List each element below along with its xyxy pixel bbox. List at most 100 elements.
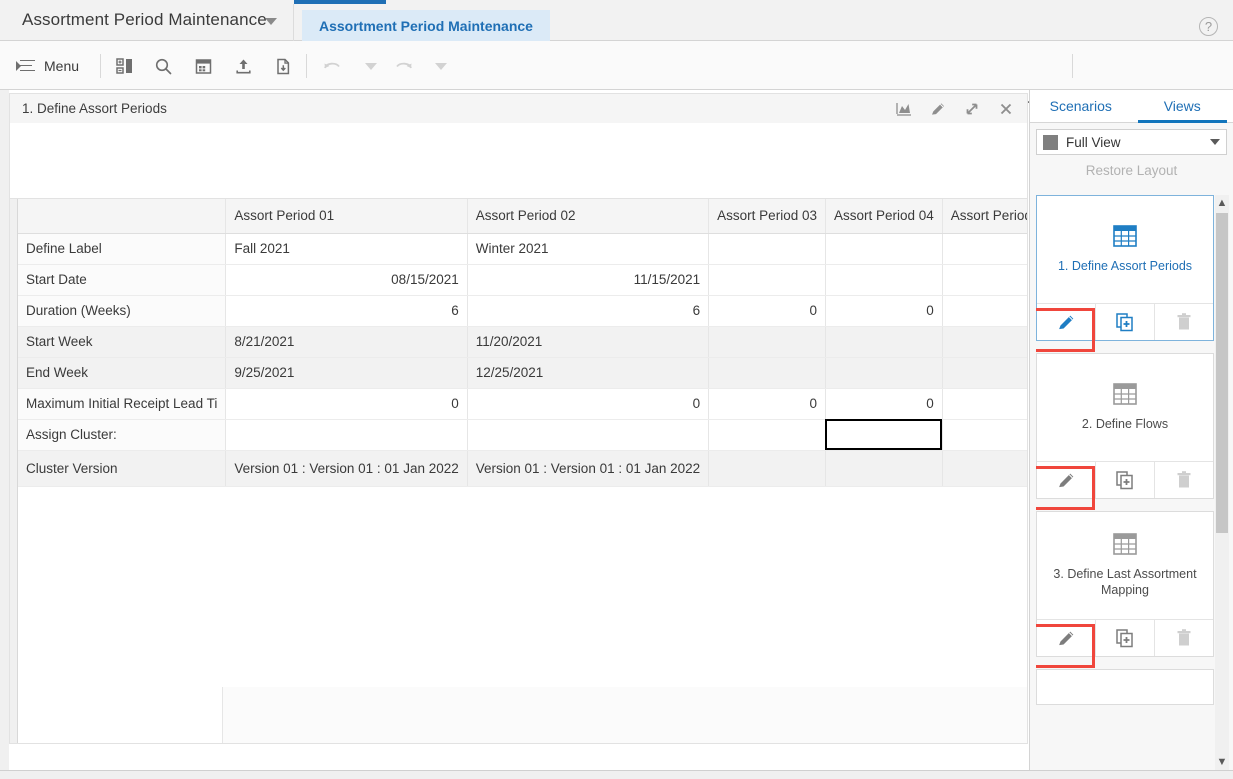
panel-toolbar xyxy=(891,97,1027,121)
view-card-partial[interactable] xyxy=(1036,669,1214,705)
grid-cell[interactable] xyxy=(825,233,943,265)
close-icon[interactable] xyxy=(993,97,1019,121)
divider xyxy=(306,54,307,78)
grid-cell[interactable] xyxy=(942,450,1027,487)
chevron-down-icon[interactable]: ▼ xyxy=(1215,754,1229,770)
grid-cell[interactable]: 11/20/2021 xyxy=(467,326,710,358)
search-icon[interactable] xyxy=(150,53,176,79)
redo-dropdown-icon[interactable] xyxy=(428,53,454,79)
grid-cell[interactable]: 0 xyxy=(825,295,943,327)
grid-cell[interactable]: 6 xyxy=(225,295,468,327)
grid-cell[interactable]: 0 xyxy=(825,388,943,420)
undo-icon[interactable] xyxy=(320,53,346,79)
grid-cell[interactable] xyxy=(825,264,943,296)
view-card-body[interactable]: 2. Define Flows xyxy=(1037,354,1213,461)
delete-icon[interactable] xyxy=(1155,304,1213,340)
tab-assortment-period-maintenance[interactable]: Assortment Period Maintenance xyxy=(302,10,550,41)
column-header-assort-period-05[interactable]: Assort Period 05 xyxy=(942,199,1027,234)
grid-cell[interactable]: Winter 2021 xyxy=(467,233,710,265)
grid-cell[interactable]: 9/25/2021 xyxy=(225,357,468,389)
grid-cell[interactable] xyxy=(708,264,826,296)
delete-icon[interactable] xyxy=(1155,462,1213,498)
grid-cell[interactable]: 6 xyxy=(467,295,710,327)
restore-layout-button[interactable]: Restore Layout xyxy=(1030,155,1233,184)
grid-cell[interactable]: 0 xyxy=(942,295,1027,327)
grid-cell[interactable]: 12/25/2021 xyxy=(467,357,710,389)
grid-cell[interactable]: Version 01 : Version 01 : 01 Jan 2022 xyxy=(225,450,468,487)
delete-icon[interactable] xyxy=(1155,620,1213,656)
grid-cell[interactable]: 8/21/2021 xyxy=(225,326,468,358)
view-card-body[interactable]: 3. Define Last Assortment Mapping xyxy=(1037,512,1213,619)
column-header-assort-period-01[interactable]: Assort Period 01 xyxy=(225,199,468,234)
grid-cell[interactable]: Fall 2021 xyxy=(225,233,468,265)
grid-cell[interactable]: 11/15/2021 xyxy=(467,264,710,296)
row-header[interactable]: Maximum Initial Receipt Lead Ti xyxy=(18,388,227,420)
row-header[interactable]: End Week xyxy=(18,357,227,389)
active-tab-accent xyxy=(294,0,386,4)
grid-cell[interactable] xyxy=(825,450,943,487)
download-icon[interactable] xyxy=(270,53,296,79)
redo-icon[interactable] xyxy=(390,53,416,79)
row-header[interactable]: Cluster Version xyxy=(18,450,227,487)
grid-cell[interactable]: 08/15/2021 xyxy=(225,264,468,296)
view-card-body[interactable]: 1. Define Assort Periods xyxy=(1037,196,1213,303)
view-card[interactable]: 3. Define Last Assortment Mapping xyxy=(1036,511,1214,657)
help-icon[interactable]: ? xyxy=(1199,17,1218,36)
grid-cell[interactable] xyxy=(942,419,1027,451)
grid-cell[interactable]: 0 xyxy=(708,295,826,327)
edit-icon[interactable] xyxy=(925,97,951,121)
column-header-assort-period-02[interactable]: Assort Period 02 xyxy=(467,199,710,234)
grid-cell[interactable]: Version 01 : Version 01 : 01 Jan 2022 xyxy=(467,450,710,487)
grid-cell[interactable] xyxy=(942,264,1027,296)
undo-dropdown-icon[interactable] xyxy=(358,53,384,79)
column-header-assort-period-03[interactable]: Assort Period 03 xyxy=(708,199,826,234)
row-header[interactable]: Duration (Weeks) xyxy=(18,295,227,327)
tab-scenarios[interactable]: Scenarios xyxy=(1030,90,1132,122)
grid-cell[interactable] xyxy=(708,326,826,358)
table-row: Maximum Initial Receipt Lead Ti000000 xyxy=(18,388,1027,420)
grid-cell[interactable] xyxy=(708,450,826,487)
edit-icon[interactable] xyxy=(1037,462,1096,498)
grid-cell[interactable] xyxy=(708,357,826,389)
sidebar-scroll-thumb[interactable] xyxy=(1216,213,1228,533)
edit-icon[interactable] xyxy=(1037,304,1096,340)
duplicate-icon[interactable] xyxy=(1096,620,1155,656)
grid-cell[interactable] xyxy=(825,419,943,451)
expand-icon[interactable] xyxy=(959,97,985,121)
chevron-down-icon[interactable] xyxy=(1210,139,1220,145)
grid-cell[interactable]: 0 xyxy=(942,388,1027,420)
view-card[interactable]: 1. Define Assort Periods xyxy=(1036,195,1214,341)
grid-cell[interactable]: 0 xyxy=(708,388,826,420)
grid-cell[interactable] xyxy=(942,326,1027,358)
grid-cell[interactable] xyxy=(225,419,468,451)
sidebar-scrollbar[interactable]: ▲ ▼ xyxy=(1215,195,1229,770)
grid-cell[interactable] xyxy=(942,357,1027,389)
duplicate-icon[interactable] xyxy=(1096,462,1155,498)
row-header[interactable]: Define Label xyxy=(18,233,227,265)
grid-cell[interactable] xyxy=(825,326,943,358)
upload-icon[interactable] xyxy=(230,53,256,79)
row-header[interactable]: Assign Cluster: xyxy=(18,419,227,451)
layout-icon[interactable] xyxy=(112,53,138,79)
grid-cell[interactable] xyxy=(708,233,826,265)
calculator-icon[interactable] xyxy=(190,53,216,79)
grid-cell[interactable]: 0 xyxy=(225,388,468,420)
column-header-assort-period-04[interactable]: Assort Period 04 xyxy=(825,199,943,234)
grid-cell[interactable] xyxy=(467,419,710,451)
grid-cell[interactable] xyxy=(708,419,826,451)
grid-cell[interactable] xyxy=(942,233,1027,265)
view-selector[interactable]: Full View xyxy=(1036,129,1227,155)
chevron-down-icon[interactable] xyxy=(265,18,277,25)
grid-cell[interactable]: 0 xyxy=(467,388,710,420)
grid-cell[interactable] xyxy=(825,357,943,389)
chart-icon[interactable] xyxy=(891,97,917,121)
edit-icon[interactable] xyxy=(1037,620,1096,656)
duplicate-icon[interactable] xyxy=(1096,304,1155,340)
status-strip xyxy=(0,770,1233,779)
row-header[interactable]: Start Date xyxy=(18,264,227,296)
chevron-up-icon[interactable]: ▲ xyxy=(1215,195,1229,211)
view-card[interactable]: 2. Define Flows xyxy=(1036,353,1214,499)
row-header[interactable]: Start Week xyxy=(18,326,227,358)
menu-button[interactable]: Menu xyxy=(16,53,79,78)
tab-views[interactable]: Views xyxy=(1132,90,1233,123)
